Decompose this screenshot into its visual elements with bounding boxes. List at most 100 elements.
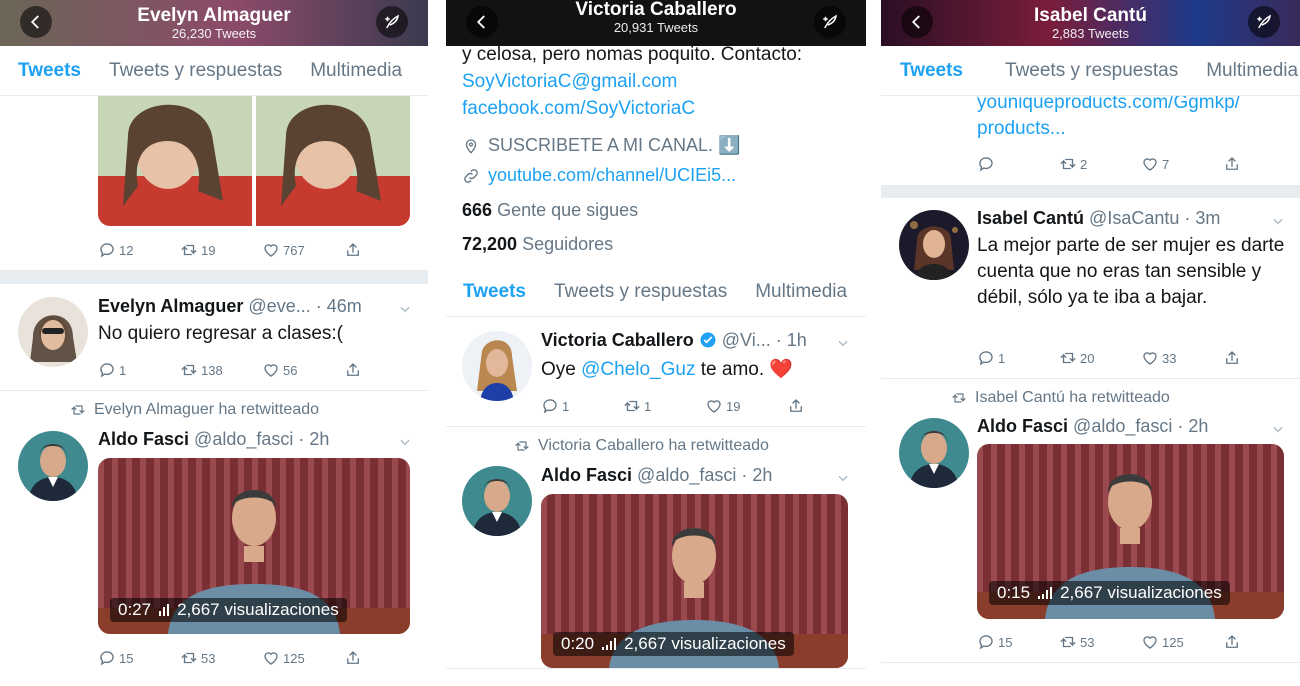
reply-icon bbox=[98, 241, 116, 259]
location-pin-icon bbox=[465, 138, 477, 154]
chevron-down-icon[interactable] bbox=[398, 302, 412, 316]
share-button[interactable] bbox=[1223, 349, 1300, 367]
chevron-left-icon bbox=[30, 15, 39, 29]
reply-button[interactable] bbox=[977, 155, 1059, 173]
retweet-button[interactable]: 19 bbox=[180, 241, 262, 259]
compose-button[interactable] bbox=[814, 6, 846, 38]
reply-button[interactable]: 12 bbox=[98, 241, 180, 259]
back-button[interactable] bbox=[901, 6, 933, 38]
following-stat[interactable]: 666 Gente que sigues bbox=[462, 200, 638, 221]
retweet-count: 2 bbox=[1080, 156, 1088, 172]
chevron-down-icon[interactable] bbox=[1271, 214, 1285, 228]
back-button[interactable] bbox=[466, 6, 498, 38]
share-button[interactable] bbox=[344, 649, 426, 667]
tab-tweets-replies[interactable]: Tweets y respuestas bbox=[977, 46, 1192, 95]
video-duration: 0:27 bbox=[118, 600, 152, 619]
avatar[interactable] bbox=[899, 418, 969, 488]
author-name[interactable]: Isabel Cantú bbox=[977, 208, 1084, 228]
tweet-photo-grid[interactable] bbox=[98, 96, 410, 226]
bio-email-link[interactable]: SoyVictoriaC@gmail.com bbox=[462, 68, 858, 95]
reply-button[interactable]: 1 bbox=[541, 397, 623, 415]
retweet-button[interactable]: 20 bbox=[1059, 349, 1141, 367]
retweet-button[interactable]: 1 bbox=[623, 397, 705, 415]
video-badge: 0:27 2,667 visualizaciones bbox=[110, 598, 347, 622]
video-player[interactable]: 0:27 2,667 visualizaciones bbox=[98, 458, 410, 634]
retweet-button[interactable]: 53 bbox=[1059, 633, 1141, 651]
like-count: 7 bbox=[1162, 156, 1170, 172]
divider bbox=[446, 668, 866, 669]
retweet-icon bbox=[1059, 633, 1077, 651]
bio-facebook-link[interactable]: facebook.com/SoyVictoriaC bbox=[462, 95, 858, 122]
like-button[interactable]: 33 bbox=[1141, 349, 1223, 367]
tab-media[interactable]: Multimedia bbox=[296, 46, 416, 95]
author-name[interactable]: Victoria Caballero bbox=[541, 330, 694, 350]
like-button[interactable]: 19 bbox=[705, 397, 787, 415]
reply-button[interactable]: 15 bbox=[977, 633, 1059, 651]
share-button[interactable] bbox=[1223, 633, 1300, 651]
chevron-down-icon[interactable] bbox=[836, 471, 850, 485]
like-button[interactable]: 767 bbox=[262, 241, 344, 259]
avatar[interactable] bbox=[18, 297, 88, 367]
followers-stat[interactable]: 72,200 Seguidores bbox=[462, 234, 613, 255]
reply-icon bbox=[98, 649, 116, 667]
video-player[interactable]: 0:20 2,667 visualizaciones bbox=[541, 494, 848, 668]
avatar[interactable] bbox=[18, 431, 88, 501]
chevron-down-icon[interactable] bbox=[1271, 422, 1285, 436]
retweet-count: 1 bbox=[644, 398, 652, 414]
retweet-count: 20 bbox=[1080, 350, 1095, 366]
reply-button[interactable]: 15 bbox=[98, 649, 180, 667]
share-button[interactable] bbox=[787, 397, 866, 415]
mention-link[interactable]: @Chelo_Guz bbox=[581, 359, 695, 380]
panel-victoria: Victoria Caballero 20,931 Tweets y celos… bbox=[446, 0, 866, 686]
reply-count: 1 bbox=[998, 350, 1006, 366]
profile-url-link[interactable]: youtube.com/channel/UCIEi5... bbox=[488, 165, 736, 186]
tab-tweets-replies[interactable]: Tweets y respuestas bbox=[95, 46, 296, 95]
video-player[interactable]: 0:15 2,667 visualizaciones bbox=[977, 444, 1284, 619]
retweet-count: 138 bbox=[201, 362, 223, 378]
back-button[interactable] bbox=[20, 6, 52, 38]
tab-media[interactable]: Multimedia bbox=[741, 267, 861, 316]
like-button[interactable]: 125 bbox=[262, 649, 344, 667]
avatar[interactable] bbox=[462, 466, 532, 536]
avatar[interactable] bbox=[899, 210, 969, 280]
followers-label: Seguidores bbox=[522, 234, 614, 254]
tweet-actions: 15 53 125 bbox=[98, 648, 426, 668]
divider bbox=[881, 662, 1300, 663]
like-button[interactable]: 56 bbox=[262, 361, 344, 379]
author-name[interactable]: Aldo Fasci bbox=[977, 416, 1068, 436]
like-button[interactable]: 7 bbox=[1141, 155, 1223, 173]
tab-tweets[interactable]: Tweets bbox=[0, 46, 96, 95]
compose-button[interactable] bbox=[376, 6, 408, 38]
retweet-icon bbox=[951, 390, 967, 406]
reply-icon bbox=[98, 361, 116, 379]
author-name[interactable]: Evelyn Almaguer bbox=[98, 296, 243, 316]
profile-name: Isabel Cantú bbox=[1034, 5, 1147, 26]
tab-media[interactable]: Multimedia bbox=[1192, 46, 1300, 95]
retweet-button[interactable]: 2 bbox=[1059, 155, 1141, 173]
reply-button[interactable]: 1 bbox=[98, 361, 180, 379]
tab-tweets[interactable]: Tweets bbox=[881, 46, 978, 95]
retweet-button[interactable]: 138 bbox=[180, 361, 262, 379]
view-count: 2,667 visualizaciones bbox=[177, 600, 339, 619]
compose-button[interactable] bbox=[1248, 6, 1280, 38]
retweet-button[interactable]: 53 bbox=[180, 649, 262, 667]
tweet-header: Evelyn Almaguer @eve... · 46m bbox=[98, 296, 398, 317]
share-button[interactable] bbox=[344, 361, 426, 379]
share-button[interactable] bbox=[1223, 155, 1300, 173]
tweet-link[interactable]: youniqueproducts.com/Ggmkp/ products... bbox=[977, 90, 1287, 142]
retweeted-by-text: Victoria Caballero ha retwitteado bbox=[538, 437, 769, 454]
heart-icon bbox=[1141, 633, 1159, 651]
tweet-count: 26,230 Tweets bbox=[171, 26, 257, 41]
avatar[interactable] bbox=[462, 331, 532, 401]
tab-tweets-replies[interactable]: Tweets y respuestas bbox=[540, 267, 741, 316]
chevron-down-icon[interactable] bbox=[398, 435, 412, 449]
reply-button[interactable]: 1 bbox=[977, 349, 1059, 367]
author-name[interactable]: Aldo Fasci bbox=[98, 429, 189, 449]
tab-tweets[interactable]: Tweets bbox=[446, 267, 541, 316]
share-button[interactable] bbox=[344, 241, 426, 259]
tweet-actions: 12 19 767 bbox=[98, 240, 426, 260]
reply-count: 1 bbox=[119, 362, 127, 378]
chevron-down-icon[interactable] bbox=[836, 336, 850, 350]
author-name[interactable]: Aldo Fasci bbox=[541, 465, 632, 485]
like-button[interactable]: 125 bbox=[1141, 633, 1223, 651]
